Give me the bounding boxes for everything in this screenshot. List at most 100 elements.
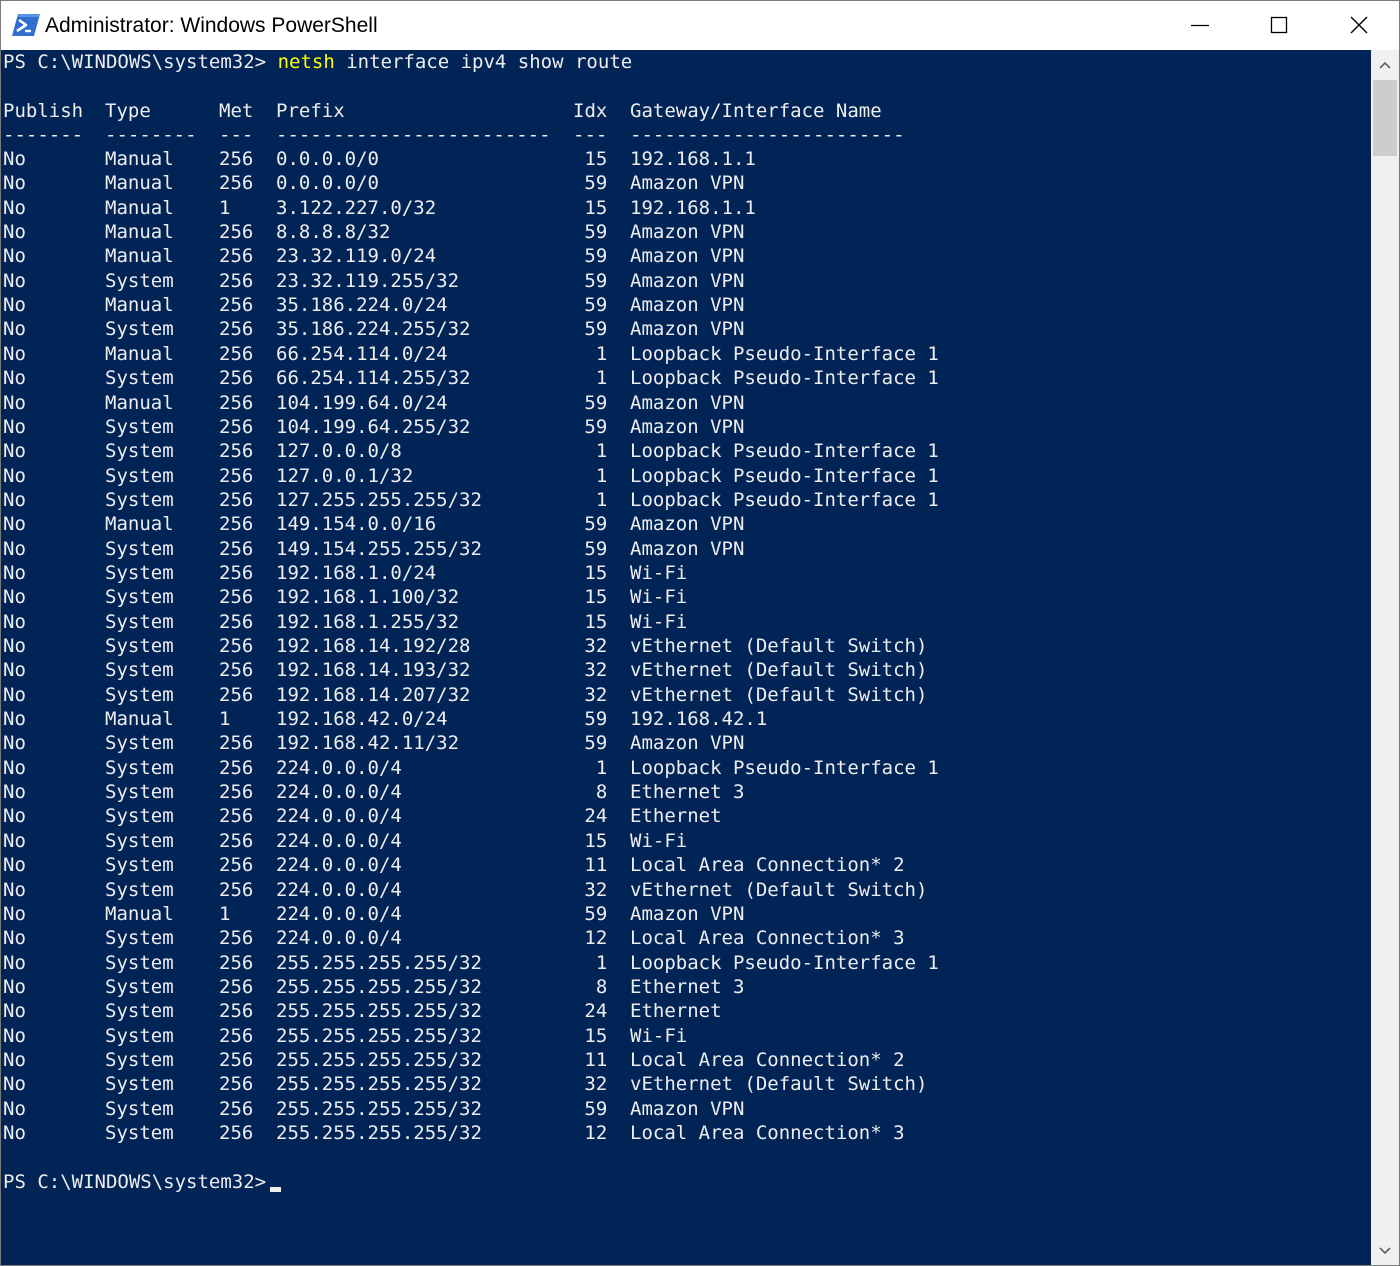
cell-idx: 59	[584, 269, 608, 292]
cell-type: System	[105, 635, 174, 657]
cell-publish: No	[3, 610, 26, 633]
cell-gateway: Local Area Connection* 3	[630, 927, 905, 950]
cell-publish: No	[3, 927, 26, 950]
header-prefix: Prefix	[276, 100, 345, 122]
cell-gateway: Amazon VPN	[630, 1097, 745, 1120]
cell-type: Manual	[105, 513, 174, 536]
cell-met: 256	[219, 318, 254, 341]
cell-type: System	[105, 927, 174, 950]
cell-met: 256	[219, 975, 254, 998]
powershell-icon	[12, 14, 40, 36]
cell-idx: 59	[584, 221, 608, 244]
cell-met: 256	[219, 805, 254, 828]
close-icon	[1350, 16, 1368, 34]
cell-prefix: 192.168.42.0/24	[276, 708, 448, 731]
cell-prefix: 224.0.0.0/4	[276, 805, 402, 828]
prompt-line[interactable]: PS C:\WINDOWS\system32>	[3, 1170, 282, 1194]
cell-idx: 1	[595, 488, 608, 511]
close-button[interactable]	[1319, 1, 1399, 50]
cell-met: 256	[219, 561, 254, 584]
cell-prefix: 0.0.0.0/0	[276, 148, 379, 170]
cell-met: 256	[219, 245, 254, 268]
cell-met: 256	[219, 1024, 254, 1047]
cell-met: 256	[219, 488, 254, 511]
cell-gateway: Ethernet	[630, 1000, 722, 1023]
maximize-button[interactable]	[1239, 1, 1319, 50]
cell-gateway: Amazon VPN	[630, 902, 745, 925]
cell-gateway: Amazon VPN	[630, 537, 745, 560]
cell-met: 256	[219, 513, 254, 536]
cell-idx: 15	[584, 196, 608, 219]
cell-prefix: 255.255.255.255/32	[276, 1097, 482, 1120]
title-bar[interactable]: Administrator: Windows PowerShell	[1, 1, 1399, 50]
cell-idx: 1	[595, 756, 608, 779]
header-idx: Idx	[573, 100, 608, 122]
cell-prefix: 35.186.224.0/24	[276, 294, 448, 317]
cell-type: System	[105, 659, 174, 682]
cell-prefix: 255.255.255.255/32	[276, 1024, 482, 1047]
cell-prefix: 66.254.114.0/24	[276, 342, 448, 365]
cell-idx: 24	[584, 1000, 608, 1023]
console-output[interactable]: PS C:\WINDOWS\system32> netsh interface …	[1, 50, 1371, 1265]
cell-gateway: Local Area Connection* 2	[630, 1048, 905, 1071]
scrollbar-thumb[interactable]	[1373, 80, 1397, 156]
cell-publish: No	[3, 318, 26, 341]
cell-met: 256	[219, 391, 254, 414]
cell-type: Manual	[105, 391, 174, 414]
minimize-button[interactable]	[1160, 1, 1240, 50]
cell-idx: 32	[584, 683, 608, 706]
cell-prefix: 3.122.227.0/32	[276, 196, 437, 219]
scroll-down-button[interactable]	[1371, 1236, 1399, 1265]
cell-gateway: Wi-Fi	[630, 829, 688, 852]
cell-met: 256	[219, 951, 254, 974]
cell-type: System	[105, 1073, 174, 1096]
separator-type: --------	[105, 124, 197, 146]
cell-type: System	[105, 610, 174, 633]
arrow-up-icon	[1379, 61, 1391, 69]
cell-prefix: 104.199.64.0/24	[276, 391, 448, 414]
cell-gateway: Local Area Connection* 3	[630, 1122, 905, 1144]
vertical-scrollbar[interactable]	[1371, 50, 1399, 1265]
cell-met: 256	[219, 829, 254, 852]
cell-idx: 59	[584, 245, 608, 268]
cell-type: System	[105, 440, 174, 463]
cell-publish: No	[3, 902, 26, 925]
cell-publish: No	[3, 1122, 26, 1144]
cell-type: System	[105, 975, 174, 998]
cell-met: 256	[219, 635, 254, 657]
cell-publish: No	[3, 951, 26, 974]
cell-met: 256	[219, 878, 254, 901]
cell-idx: 15	[584, 829, 608, 852]
cell-met: 256	[219, 854, 254, 877]
cell-publish: No	[3, 878, 26, 901]
cell-publish: No	[3, 1073, 26, 1096]
cell-prefix: 192.168.1.100/32	[276, 586, 460, 609]
table-header: Publish Type Met Prefix Idx Gateway/Inte…	[3, 99, 882, 123]
text-cursor	[270, 1187, 282, 1192]
scroll-up-button[interactable]	[1371, 50, 1399, 80]
command-program: netsh	[277, 51, 335, 73]
cell-idx: 1	[595, 951, 608, 974]
cell-publish: No	[3, 756, 26, 779]
cell-gateway: Amazon VPN	[630, 415, 745, 438]
cell-type: System	[105, 805, 174, 828]
arrow-down-icon	[1379, 1247, 1391, 1255]
cell-type: System	[105, 683, 174, 706]
command-args: interface ipv4 show route	[346, 51, 633, 73]
cell-type: System	[105, 488, 174, 511]
header-gateway: Gateway/Interface Name	[630, 100, 882, 122]
cell-gateway: 192.168.42.1	[630, 708, 768, 731]
cell-gateway: Loopback Pseudo-Interface 1	[630, 464, 939, 487]
cell-idx: 59	[584, 294, 608, 317]
cell-prefix: 255.255.255.255/32	[276, 975, 482, 998]
cell-publish: No	[3, 805, 26, 828]
table-separator: ------- -------- --- -------------------…	[3, 123, 905, 147]
cell-type: System	[105, 951, 174, 974]
cell-prefix: 224.0.0.0/4	[276, 927, 402, 950]
cell-prefix: 66.254.114.255/32	[276, 367, 471, 390]
cell-gateway: Ethernet 3	[630, 975, 745, 998]
cell-gateway: vEthernet (Default Switch)	[630, 683, 928, 706]
cell-idx: 59	[584, 391, 608, 414]
cell-prefix: 255.255.255.255/32	[276, 1122, 482, 1144]
prompt: PS C:\WINDOWS\system32>	[3, 1171, 267, 1193]
